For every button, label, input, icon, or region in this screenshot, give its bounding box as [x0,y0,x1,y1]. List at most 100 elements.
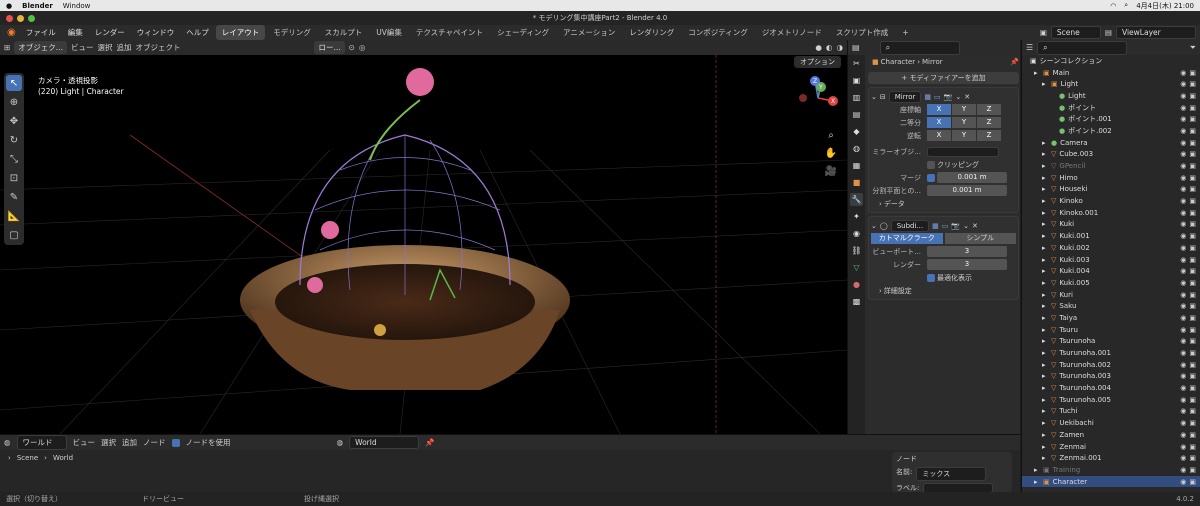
outliner-row[interactable]: ▸ ▽ Uekibachi ◉ ▣ [1022,417,1200,429]
properties-editor-icon[interactable]: ▤ [852,43,860,52]
node-menu-view[interactable]: ビュー [73,437,96,448]
menu-help[interactable]: ヘルプ [181,27,214,38]
eye-icon[interactable]: ◉ [1180,80,1186,88]
render-camera-icon[interactable]: ▣ [1189,466,1196,474]
subdiv-name-field[interactable]: Subdi... [890,219,930,232]
render-camera-icon[interactable]: ▣ [1189,127,1196,135]
editor-type-icon[interactable]: ⊞ [4,43,10,52]
pin-icon[interactable]: 📌 [1010,58,1019,66]
tab-scripting[interactable]: スクリプト作成 [830,25,895,40]
eye-icon[interactable]: ◉ [1180,302,1186,310]
outliner-row[interactable]: ▸ ▽ Tsuru ◉ ▣ [1022,324,1200,336]
remove-modifier-icon[interactable]: ✕ [964,93,970,101]
outliner-row[interactable]: ▸ ▽ Kuki.004 ◉ ▣ [1022,265,1200,277]
eye-icon[interactable]: ◉ [1180,256,1186,264]
scene-tab-icon[interactable]: ◆ [850,125,863,138]
eye-icon[interactable]: ◉ [1180,244,1186,252]
outliner-row[interactable]: ▸ ▽ Kuki.001 ◉ ▣ [1022,230,1200,242]
render-camera-icon[interactable]: ▣ [1189,69,1196,77]
outliner-row[interactable]: ▸ ▽ Houseki ◉ ▣ [1022,184,1200,196]
eye-icon[interactable]: ◉ [1180,431,1186,439]
eye-icon[interactable]: ◉ [1180,139,1186,147]
render-camera-icon[interactable]: ▣ [1189,419,1196,427]
render-camera-icon[interactable]: ▣ [1189,185,1196,193]
render-camera-icon[interactable]: ▣ [1189,431,1196,439]
expand-icon[interactable]: ▸ [1042,267,1048,275]
measure-tool-icon[interactable]: 📐 [6,208,22,224]
expand-icon[interactable]: ▸ [1042,326,1048,334]
render-camera-icon[interactable]: ▣ [1189,104,1196,112]
outliner-row[interactable]: ▸ ▽ Taiya ◉ ▣ [1022,312,1200,324]
node-name-field[interactable]: ミックス [916,467,987,481]
render-camera-icon[interactable]: ▣ [1189,337,1196,345]
output-tab-icon[interactable]: ▥ [850,91,863,104]
modifier-tab-icon[interactable]: 🔧 [850,193,863,206]
outliner-row[interactable]: ● Light ◉ ▣ [1022,90,1200,102]
mirror-object-field[interactable] [927,146,999,157]
viewport-menu-select[interactable]: 選択 [97,42,112,53]
subdiv-collapse-icon[interactable]: ⌄ [871,222,877,230]
rotate-tool-icon[interactable]: ↻ [6,132,22,148]
3d-viewport[interactable]: ⊞ オブジェク... ビュー 選択 追加 オブジェクト ロー... ⊙ ◎ ● … [0,40,847,434]
render-camera-icon[interactable]: ▣ [1189,232,1196,240]
expand-icon[interactable]: ▸ [1042,185,1048,193]
eye-icon[interactable]: ◉ [1180,220,1186,228]
outliner-row[interactable]: ▸ ▣ Main ◉ ▣ [1022,67,1200,79]
render-camera-icon[interactable]: ▣ [1189,150,1196,158]
outliner-row[interactable]: ▸ ▽ Tsurunoha.002 ◉ ▣ [1022,359,1200,371]
eye-icon[interactable]: ◉ [1180,104,1186,112]
render-camera-icon[interactable]: ▣ [1189,267,1196,275]
orientation-dropdown[interactable]: ロー... [314,41,345,54]
mirror-name-field[interactable]: Mirror [888,90,922,103]
render-camera-icon[interactable]: ▣ [1189,279,1196,287]
outliner-row[interactable]: ▸ ▽ Himo ◉ ▣ [1022,172,1200,184]
outliner-row[interactable]: ▸ ● Camera ◉ ▣ [1022,137,1200,149]
cursor-tool-icon[interactable]: ⊕ [6,94,22,110]
use-nodes-checkbox[interactable] [171,438,180,447]
eye-icon[interactable]: ◉ [1180,197,1186,205]
outliner-row[interactable]: ▸ ▽ Tsurunoha ◉ ▣ [1022,336,1200,348]
eye-icon[interactable]: ◉ [1180,127,1186,135]
render-camera-icon[interactable]: ▣ [1189,92,1196,100]
material-tab-icon[interactable]: ● [850,278,863,291]
transform-tool-icon[interactable]: ⊡ [6,170,22,186]
menu-render[interactable]: レンダー [90,27,130,38]
add-workspace-button[interactable]: + [896,26,914,39]
app-menu[interactable]: Blender [22,2,53,10]
advanced-subpanel[interactable]: 詳細設定 [884,286,912,296]
eye-icon[interactable]: ◉ [1180,267,1186,275]
tab-shading[interactable]: シェーディング [491,25,555,40]
navigation-gizmo[interactable]: X Z Y [793,73,843,123]
eye-icon[interactable]: ◉ [1180,92,1186,100]
expand-icon[interactable]: ▸ [1042,244,1048,252]
outliner-row[interactable]: ● ポイント ◉ ▣ [1022,102,1200,114]
zoom-icon[interactable]: ⌕ [823,127,839,143]
world-field[interactable]: World [349,436,420,449]
eye-icon[interactable]: ◉ [1180,396,1186,404]
merge-checkbox[interactable] [927,173,935,182]
tab-compositing[interactable]: コンポジティング [682,25,754,40]
outliner-row[interactable]: ▸ ▽ Kuki ◉ ▣ [1022,219,1200,231]
node-panel-header[interactable]: ノード [896,454,1008,464]
shading-material-icon[interactable]: ◐ [826,43,833,52]
expand-icon[interactable]: ▸ [1042,443,1048,451]
outliner-row[interactable]: ● ポイント.002 ◉ ▣ [1022,125,1200,137]
expand-icon[interactable]: ▸ [1042,256,1048,264]
axis-x[interactable]: X [927,104,951,115]
expand-icon[interactable]: ▸ [1042,384,1048,392]
render-camera-icon[interactable]: ▣ [1189,80,1196,88]
eye-icon[interactable]: ◉ [1180,349,1186,357]
bisect-y[interactable]: Y [952,117,976,128]
expand-icon[interactable]: ▸ [1042,337,1048,345]
render-camera-icon[interactable]: ▣ [1189,326,1196,334]
render-camera-icon[interactable]: ▣ [1189,372,1196,380]
eye-icon[interactable]: ◉ [1180,466,1186,474]
eye-icon[interactable]: ◉ [1180,454,1186,462]
render-levels-value[interactable]: 3 [927,259,1007,270]
tab-modeling[interactable]: モデリング [267,25,317,40]
proportional-icon[interactable]: ◎ [359,43,366,52]
render-camera-icon[interactable]: ▣ [1189,384,1196,392]
eye-icon[interactable]: ◉ [1180,232,1186,240]
eye-icon[interactable]: ◉ [1180,361,1186,369]
filter-icon[interactable]: ⏷ [1190,43,1196,53]
